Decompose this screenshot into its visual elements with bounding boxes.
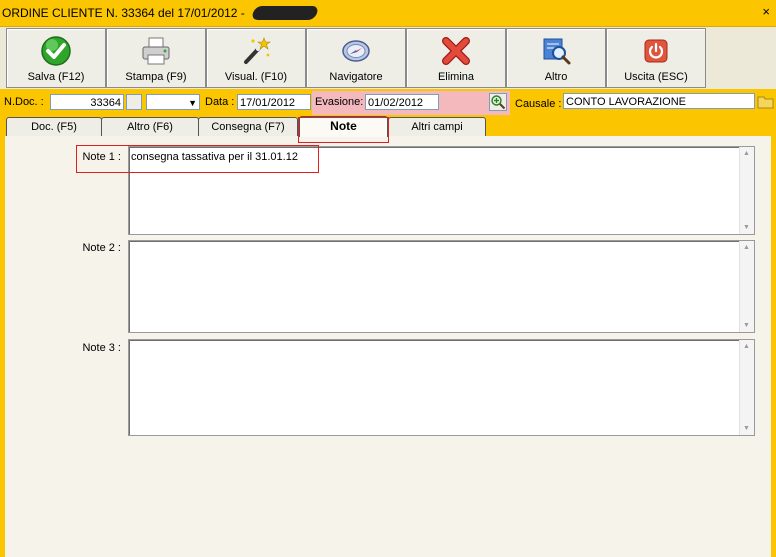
- ndoc-input[interactable]: 33364: [50, 94, 124, 110]
- series-select[interactable]: ▼: [146, 94, 200, 110]
- note-3-label: Note 3 :: [82, 342, 121, 354]
- evasione-label: Evasione:: [315, 96, 364, 108]
- note-2-label: Note 2 :: [82, 242, 121, 254]
- tab-consegna[interactable]: Consegna (F7): [198, 117, 298, 136]
- save-button[interactable]: Salva (F12): [6, 28, 106, 88]
- redacted-scribble: [250, 6, 320, 20]
- zoom-icon: [491, 95, 506, 110]
- note-1-highlight-box: [76, 145, 319, 173]
- window-title: ORDINE CLIENTE N. 33364 del 17/01/2012 -: [2, 6, 245, 20]
- active-tab-highlight-box: [298, 117, 389, 143]
- tab-altro[interactable]: Altro (F6): [101, 117, 199, 136]
- right-frame: [771, 116, 776, 557]
- scroll-up-icon[interactable]: ▲: [743, 150, 750, 157]
- close-icon[interactable]: ×: [762, 4, 770, 19]
- navigator-button-label: Navigatore: [329, 71, 383, 83]
- note-3-scrollbar[interactable]: ▲ ▼: [739, 340, 754, 435]
- print-button[interactable]: Stampa (F9): [106, 28, 206, 88]
- chevron-down-icon: ▼: [188, 98, 197, 108]
- print-button-label: Stampa (F9): [125, 71, 187, 83]
- power-icon: [644, 39, 668, 63]
- evasione-input[interactable]: 01/02/2012: [365, 94, 439, 110]
- printer-icon: [142, 37, 170, 65]
- compass-icon: [342, 40, 370, 62]
- exit-button[interactable]: Uscita (ESC): [606, 28, 706, 88]
- other-button-label: Altro: [544, 71, 568, 83]
- note-1-scrollbar[interactable]: ▲ ▼: [739, 147, 754, 234]
- title-bar: ORDINE CLIENTE N. 33364 del 17/01/2012 -…: [0, 0, 776, 27]
- delete-button[interactable]: Elimina: [406, 28, 506, 88]
- ndoc-label: N.Doc. :: [4, 96, 44, 108]
- other-button[interactable]: Altro: [506, 28, 606, 88]
- save-button-label: Salva (F12): [27, 71, 85, 83]
- date-lookup-button[interactable]: [489, 93, 507, 111]
- toolbar: Salva (F12) Stampa (F9) Visual. (F10) Na…: [0, 27, 776, 89]
- scroll-up-icon[interactable]: ▲: [743, 244, 750, 251]
- delete-x-icon: [442, 37, 470, 65]
- causale-label: Causale :: [515, 98, 562, 110]
- scroll-up-icon[interactable]: ▲: [743, 343, 750, 350]
- note-2-textarea[interactable]: ▲ ▼: [128, 240, 755, 333]
- preview-button[interactable]: Visual. (F10): [206, 28, 306, 88]
- causale-input[interactable]: CONTO LAVORAZIONE: [563, 93, 755, 109]
- ndoc-suffix-button[interactable]: [126, 94, 142, 110]
- navigator-button[interactable]: Navigatore: [306, 28, 406, 88]
- tab-doc[interactable]: Doc. (F5): [6, 117, 102, 136]
- data-input[interactable]: 17/01/2012: [237, 94, 311, 110]
- folder-icon[interactable]: [757, 93, 775, 111]
- tab-altri-campi[interactable]: Altri campi: [388, 117, 486, 136]
- delete-button-label: Elimina: [437, 71, 475, 83]
- magic-wand-icon: [244, 37, 271, 64]
- data-label: Data :: [205, 96, 235, 108]
- scroll-down-icon[interactable]: ▼: [743, 224, 750, 231]
- exit-button-label: Uscita (ESC): [624, 71, 688, 83]
- note-2-scrollbar[interactable]: ▲ ▼: [739, 241, 754, 332]
- document-fields-bar: N.Doc. : 33364 ▼ Data : 17/01/2012 Evasi…: [0, 89, 776, 116]
- scroll-down-icon[interactable]: ▼: [743, 425, 750, 432]
- check-icon: [41, 36, 71, 66]
- note-3-textarea[interactable]: ▲ ▼: [128, 339, 755, 436]
- search-doc-icon: [543, 38, 571, 65]
- preview-button-label: Visual. (F10): [224, 71, 288, 83]
- scroll-down-icon[interactable]: ▼: [743, 322, 750, 329]
